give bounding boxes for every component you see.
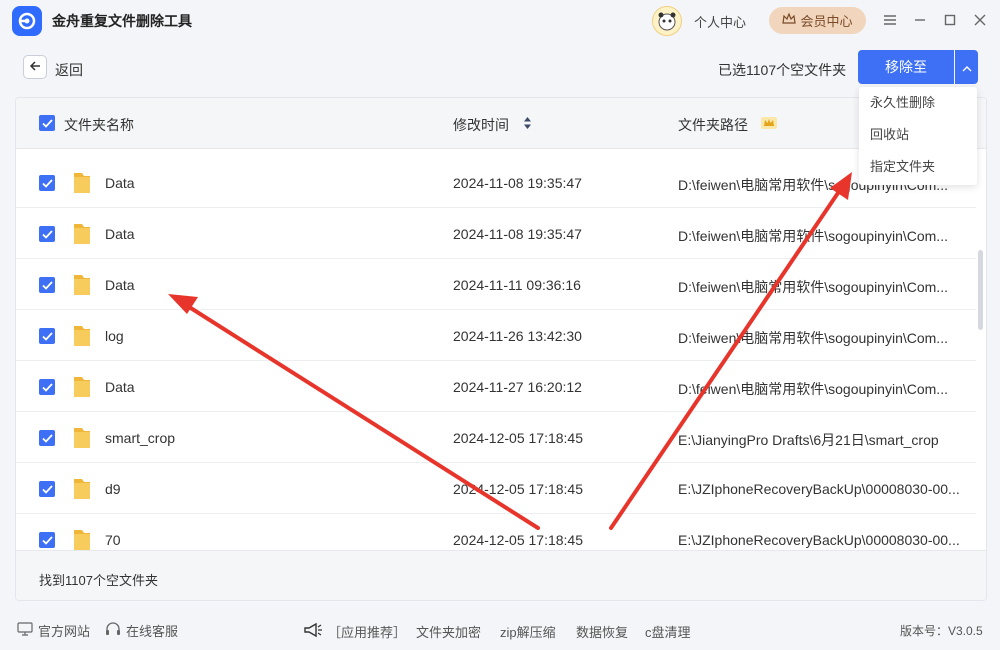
modified-time: 2024-11-27 16:20:12 (453, 379, 582, 395)
folder-icon (72, 528, 92, 550)
modified-time: 2024-12-05 17:18:45 (453, 481, 583, 497)
folder-path: D:\feiwen\电脑常用软件\sogoupinyin\Com... (678, 228, 948, 244)
folder-path: E:\JZIphoneRecoveryBackUp\00008030-00... (678, 532, 960, 548)
status-bar: 官方网站 在线客服 ［应用推荐］ 文件夹加密 zip解压缩 数据恢复 c盘清理 … (0, 612, 1000, 650)
folder-name: Data (105, 379, 135, 395)
row-checkbox[interactable] (39, 328, 55, 344)
folder-icon (72, 426, 92, 450)
maximize-icon[interactable] (940, 10, 960, 30)
menu-item-specified-folder[interactable]: 指定文件夹 (859, 151, 977, 183)
version-text: 版本号：V3.0.5 (900, 624, 983, 638)
app-title: 金舟重复文件删除工具 (52, 13, 192, 29)
vip-center-label: 会员中心 (800, 14, 853, 29)
menu-item-recycle-bin[interactable]: 回收站 (859, 119, 977, 151)
folder-path: D:\feiwen\电脑常用软件\sogoupinyin\Com... (678, 279, 948, 295)
monitor-icon (17, 622, 33, 639)
title-bar: 金舟重复文件删除工具 个人中心 会员中心 (0, 0, 1000, 40)
header-folder-name: 文件夹名称 (64, 117, 134, 133)
modified-time: 2024-11-26 13:42:30 (453, 328, 582, 344)
close-icon[interactable] (970, 10, 990, 30)
minimize-icon[interactable] (910, 10, 930, 30)
online-service-label: 在线客服 (126, 624, 179, 639)
folder-name: Data (105, 277, 135, 293)
row-checkbox[interactable] (39, 532, 55, 548)
link-data-recovery[interactable]: 数据恢复 (576, 622, 628, 641)
avatar[interactable] (652, 6, 682, 36)
selected-count-text: 已选1107个空文件夹 (718, 62, 847, 78)
headset-icon (105, 621, 121, 640)
folder-name: Data (105, 226, 135, 242)
folder-icon (72, 273, 92, 297)
link-folder-encrypt[interactable]: 文件夹加密 (416, 622, 481, 641)
folder-name: 70 (105, 532, 121, 548)
folder-icon (72, 171, 92, 195)
folder-name: log (105, 328, 124, 344)
move-to-button[interactable]: 移除至 (858, 50, 954, 84)
folder-icon (72, 222, 92, 246)
folder-icon (72, 375, 92, 399)
vip-crown-icon (761, 116, 777, 133)
table-header: 文件夹名称 修改时间 文件夹路径 (16, 98, 986, 149)
modified-time: 2024-12-05 17:18:45 (453, 532, 583, 548)
folder-icon (72, 324, 92, 348)
menu-icon[interactable] (880, 10, 900, 30)
row-checkbox[interactable] (39, 379, 55, 395)
header-modified-time[interactable]: 修改时间 (453, 115, 509, 135)
row-checkbox[interactable] (39, 481, 55, 497)
row-checkbox[interactable] (39, 430, 55, 446)
table-body: Data 2024-11-08 19:35:47 D:\feiwen\电脑常用软… (16, 157, 986, 550)
chevron-up-icon (962, 59, 972, 75)
folder-name: smart_crop (105, 430, 176, 446)
modified-time: 2024-11-11 09:36:16 (453, 277, 581, 293)
back-button[interactable] (23, 55, 47, 79)
arrow-left-icon (29, 59, 41, 75)
crown-icon (782, 12, 797, 28)
vip-center-button[interactable]: 会员中心 (769, 7, 866, 34)
folder-path: D:\feiwen\电脑常用软件\sogoupinyin\Com... (678, 330, 948, 346)
folder-path: D:\feiwen\电脑常用软件\sogoupinyin\Com... (678, 381, 948, 397)
folder-name: d9 (105, 481, 121, 497)
table-footer: 找到1107个空文件夹 (16, 550, 986, 600)
folder-path: E:\JianyingPro Drafts\6月21日\smart_crop (678, 432, 939, 448)
recommend-label: ［应用推荐］ (328, 625, 407, 640)
folder-path: E:\JZIphoneRecoveryBackUp\00008030-00... (678, 481, 960, 497)
row-checkbox[interactable] (39, 175, 55, 191)
folder-table: 文件夹名称 修改时间 文件夹路径 Data 2024-11-08 19:35:4… (15, 97, 987, 601)
megaphone-icon (303, 621, 323, 642)
row-checkbox[interactable] (39, 277, 55, 293)
table-row[interactable]: d9 2024-12-05 17:18:45 E:\JZIphoneRecove… (16, 463, 976, 514)
folder-name: Data (105, 175, 135, 191)
modified-time: 2024-11-08 19:35:47 (453, 175, 582, 191)
modified-time: 2024-11-08 19:35:47 (453, 226, 582, 242)
folder-icon (72, 477, 92, 501)
found-count-text: 找到1107个空文件夹 (39, 573, 158, 588)
menu-item-permanent-delete[interactable]: 永久性删除 (859, 87, 977, 119)
sort-icon[interactable] (523, 116, 532, 133)
table-row[interactable]: log 2024-11-26 13:42:30 D:\feiwen\电脑常用软件… (16, 310, 976, 361)
app-logo-icon (12, 6, 42, 36)
vertical-scrollbar[interactable] (978, 250, 983, 330)
row-checkbox[interactable] (39, 226, 55, 242)
app-recommend: ［应用推荐］ (303, 621, 406, 642)
link-zip-extract[interactable]: zip解压缩 (500, 622, 556, 641)
move-to-dropdown-menu: 永久性删除 回收站 指定文件夹 (859, 87, 977, 185)
official-site-label: 官方网站 (38, 624, 91, 639)
official-site-link[interactable]: 官方网站 (17, 621, 90, 640)
table-row[interactable]: Data 2024-11-11 09:36:16 D:\feiwen\电脑常用软… (16, 259, 976, 310)
table-row[interactable]: smart_crop 2024-12-05 17:18:45 E:\Jianyi… (16, 412, 976, 463)
table-row[interactable]: Data 2024-11-08 19:35:47 D:\feiwen\电脑常用软… (16, 157, 976, 208)
header-folder-path: 文件夹路径 (678, 117, 748, 133)
move-to-dropdown-toggle[interactable] (955, 50, 978, 84)
modified-time: 2024-12-05 17:18:45 (453, 430, 583, 446)
table-row[interactable]: Data 2024-11-08 19:35:47 D:\feiwen\电脑常用软… (16, 208, 976, 259)
table-row[interactable]: 70 2024-12-05 17:18:45 E:\JZIphoneRecove… (16, 514, 976, 550)
back-label[interactable]: 返回 (55, 60, 83, 80)
link-c-drive-clean[interactable]: c盘清理 (645, 622, 691, 641)
table-row[interactable]: Data 2024-11-27 16:20:12 D:\feiwen\电脑常用软… (16, 361, 976, 412)
select-all-checkbox[interactable] (39, 115, 55, 131)
personal-center-link[interactable]: 个人中心 (694, 12, 746, 31)
online-service-link[interactable]: 在线客服 (105, 621, 178, 640)
